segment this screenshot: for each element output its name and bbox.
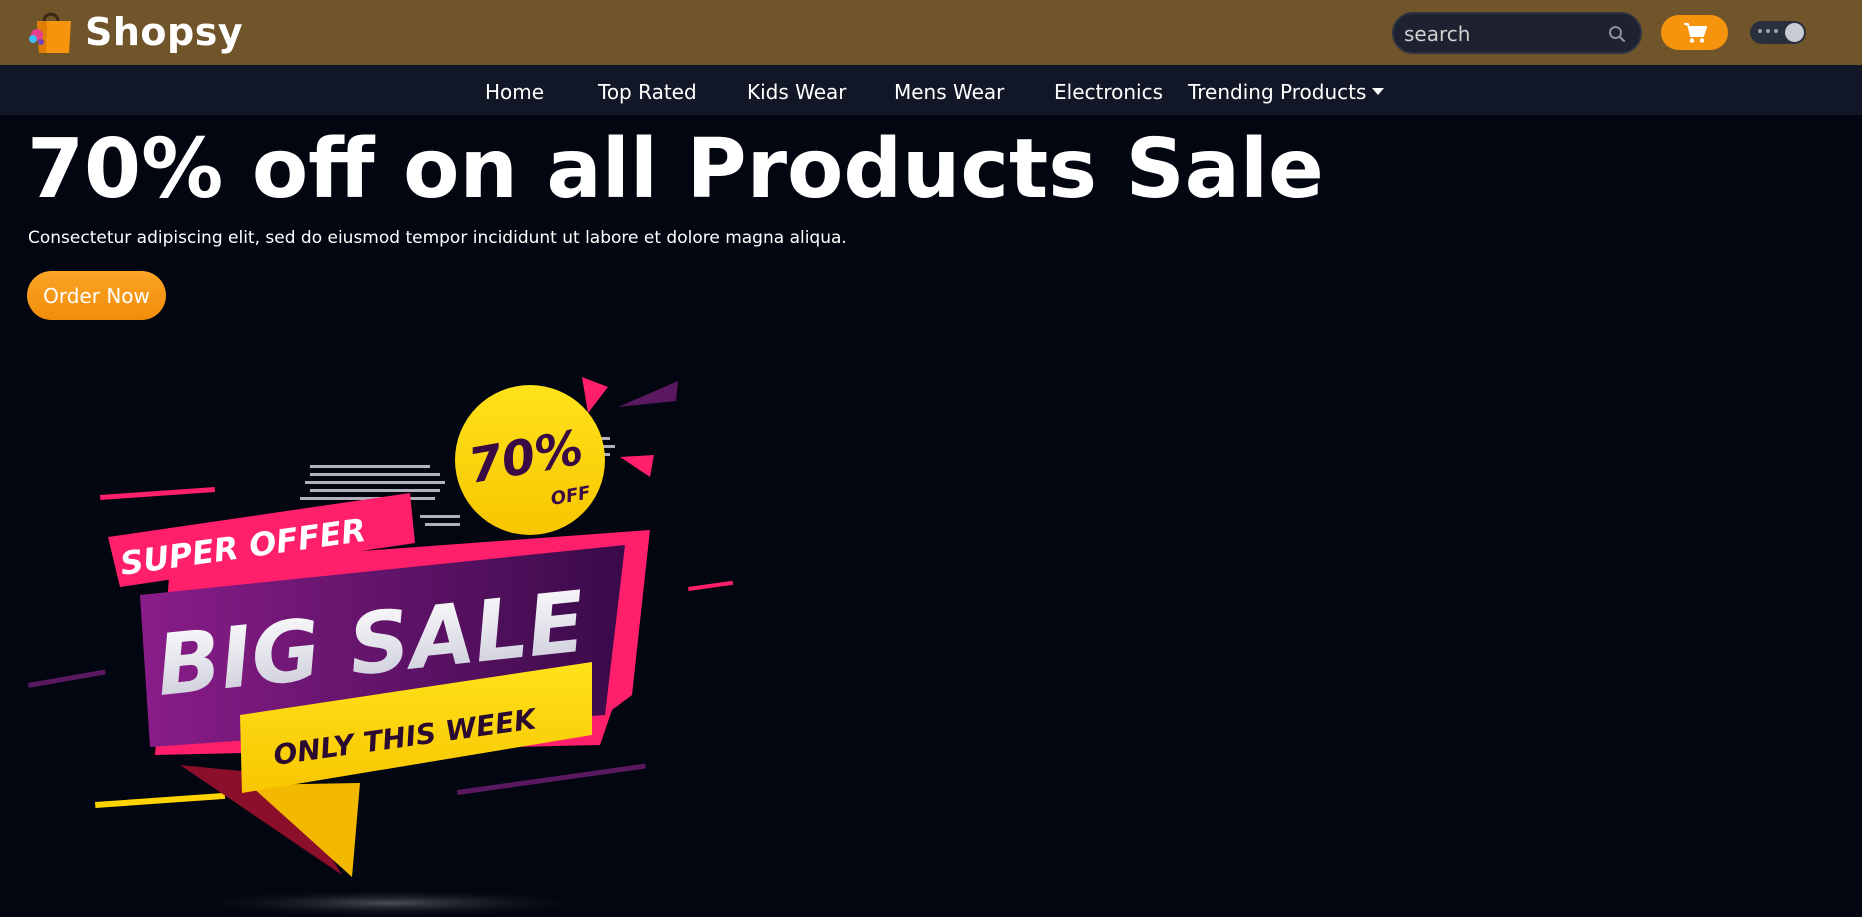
nav-item-trending-products[interactable]: Trending Products xyxy=(1188,80,1385,104)
hero-title: 70% off on all Products Sale xyxy=(27,122,1324,217)
sale-banner-image: SUPER OFFER BIG SALE ONLY THIS WEEK 70% … xyxy=(28,377,734,917)
main-nav: Home Top Rated Kids Wear Mens Wear Elect… xyxy=(0,65,1862,115)
search-icon[interactable] xyxy=(1608,25,1626,43)
brand-name: Shopsy xyxy=(85,10,244,54)
top-header: Shopsy xyxy=(0,0,1862,65)
trending-products-label: Trending Products xyxy=(1188,80,1367,104)
nav-item-top-rated[interactable]: Top Rated xyxy=(598,80,697,104)
order-now-button[interactable]: Order Now xyxy=(27,271,166,320)
brand-logo[interactable]: Shopsy xyxy=(27,9,243,55)
search-input[interactable] xyxy=(1404,20,1604,48)
shopping-bag-icon xyxy=(27,9,75,55)
cart-icon xyxy=(1683,22,1707,43)
caret-down-icon xyxy=(1372,88,1385,95)
cart-button[interactable] xyxy=(1661,15,1728,50)
nav-item-home[interactable]: Home xyxy=(485,80,544,104)
stars-icon xyxy=(1758,29,1786,36)
nav-item-mens-wear[interactable]: Mens Wear xyxy=(894,80,1004,104)
hero-subtitle: Consectetur adipiscing elit, sed do eius… xyxy=(28,228,847,248)
nav-item-kids-wear[interactable]: Kids Wear xyxy=(747,80,847,104)
search-box xyxy=(1392,12,1642,54)
moon-icon xyxy=(1785,23,1804,42)
dark-mode-toggle[interactable] xyxy=(1750,21,1806,44)
nav-item-electronics[interactable]: Electronics xyxy=(1054,80,1163,104)
